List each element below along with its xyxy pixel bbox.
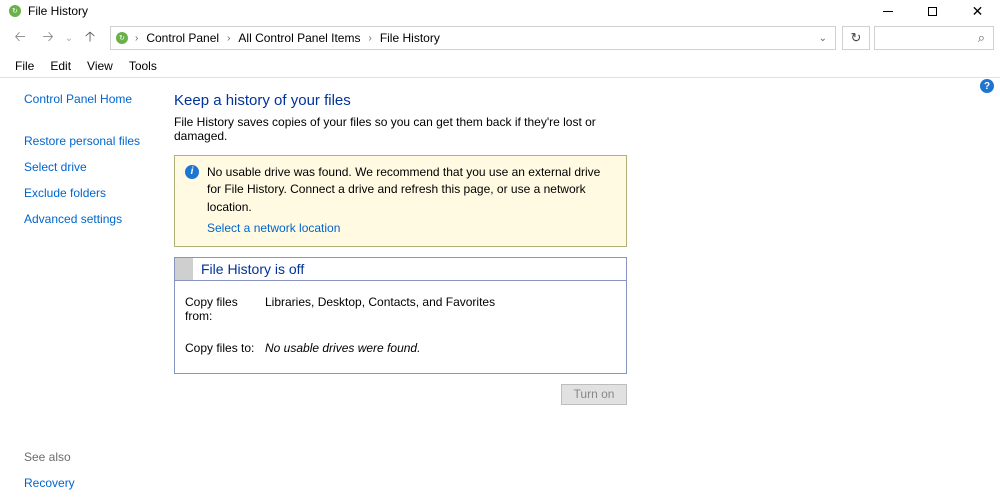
menu-view[interactable]: View: [80, 57, 120, 75]
sidebar-home[interactable]: Control Panel Home: [24, 92, 162, 106]
window-controls: ✕: [865, 0, 1000, 22]
chevron-right-icon[interactable]: ›: [225, 33, 232, 44]
notice-box: i No usable drive was found. We recommen…: [174, 155, 627, 247]
chevron-right-icon[interactable]: ›: [133, 33, 140, 44]
refresh-button[interactable]: ↻: [842, 26, 870, 50]
page-title: Keep a history of your files: [174, 92, 634, 109]
address-bar[interactable]: ↻ › Control Panel › All Control Panel It…: [110, 26, 836, 50]
up-button[interactable]: 🡡: [76, 26, 104, 50]
see-also-heading: See also: [24, 450, 162, 464]
window-title: File History: [28, 4, 88, 18]
menu-bar: File Edit View Tools: [0, 54, 1000, 78]
file-history-icon: ↻: [8, 4, 22, 18]
forward-button[interactable]: 🡢: [34, 26, 62, 50]
search-input[interactable]: ⌕: [874, 26, 994, 50]
sidebar-item-advanced[interactable]: Advanced settings: [24, 212, 162, 226]
menu-file[interactable]: File: [8, 57, 41, 75]
select-network-location-link[interactable]: Select a network location: [207, 220, 340, 237]
sidebar: Control Panel Home Restore personal file…: [0, 78, 174, 500]
chevron-right-icon[interactable]: ›: [366, 33, 373, 44]
file-history-icon: ↻: [115, 31, 129, 45]
status-box: File History is off Copy files from: Lib…: [174, 257, 627, 374]
title-bar: ↻ File History ✕: [0, 0, 1000, 22]
status-title: File History is off: [193, 261, 304, 277]
nav-row: 🡠 🡢 ⌄ 🡡 ↻ › Control Panel › All Control …: [0, 22, 1000, 54]
menu-tools[interactable]: Tools: [122, 57, 164, 75]
copy-from-value: Libraries, Desktop, Contacts, and Favori…: [265, 295, 495, 323]
breadcrumb-item[interactable]: All Control Panel Items: [236, 31, 362, 45]
minimize-button[interactable]: [865, 0, 910, 22]
sidebar-item-restore[interactable]: Restore personal files: [24, 134, 162, 148]
help-button[interactable]: ?: [980, 79, 994, 93]
content-area: ? Control Panel Home Restore personal fi…: [0, 78, 1000, 500]
notice-text: No usable drive was found. We recommend …: [207, 165, 600, 214]
history-dropdown[interactable]: ⌄: [62, 26, 76, 50]
turn-on-button[interactable]: Turn on: [561, 384, 627, 405]
copy-to-value: No usable drives were found.: [265, 341, 420, 355]
back-button[interactable]: 🡠: [6, 26, 34, 50]
main-panel: Keep a history of your files File Histor…: [174, 78, 634, 500]
copy-to-label: Copy files to:: [185, 341, 265, 355]
search-icon: ⌕: [978, 30, 985, 46]
copy-from-label: Copy files from:: [185, 295, 265, 323]
sidebar-item-recovery[interactable]: Recovery: [24, 476, 75, 490]
menu-edit[interactable]: Edit: [43, 57, 78, 75]
close-button[interactable]: ✕: [955, 0, 1000, 22]
breadcrumb-item[interactable]: File History: [378, 31, 442, 45]
page-description: File History saves copies of your files …: [174, 115, 634, 143]
sidebar-item-select-drive[interactable]: Select drive: [24, 160, 162, 174]
maximize-button[interactable]: [910, 0, 955, 22]
status-icon: [175, 258, 193, 280]
address-dropdown[interactable]: ⌄: [815, 33, 831, 44]
see-also-block: See also Recovery: [24, 420, 162, 490]
sidebar-item-exclude[interactable]: Exclude folders: [24, 186, 162, 200]
breadcrumb-item[interactable]: Control Panel: [144, 31, 221, 45]
info-icon: i: [185, 165, 199, 179]
